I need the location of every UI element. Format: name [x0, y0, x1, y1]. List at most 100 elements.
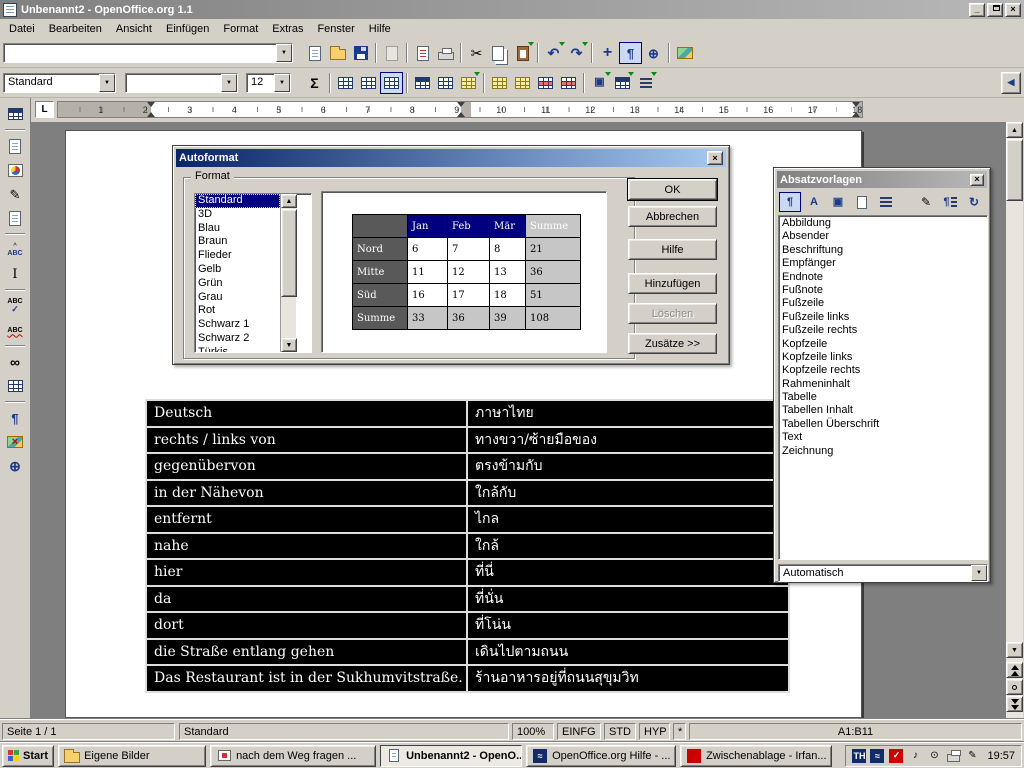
undo-button[interactable]: ↶	[542, 42, 565, 64]
format-list-item[interactable]: Türkis	[195, 346, 280, 352]
table-cell-thai[interactable]: ที่นั่น	[468, 587, 790, 614]
next-page-button[interactable]	[1006, 696, 1023, 712]
restore-button[interactable]	[987, 3, 1003, 17]
style-list-item[interactable]: Text	[779, 431, 987, 444]
url-value[interactable]	[4, 44, 276, 62]
size-dropdown-icon[interactable]: ▼	[274, 74, 290, 92]
format-list-item[interactable]: Braun	[195, 235, 280, 249]
paragraph-style-value[interactable]: Standard	[4, 74, 99, 92]
autospellcheck-button[interactable]: ABC	[2, 318, 28, 342]
table-cell-german[interactable]: entfernt	[147, 507, 468, 534]
list-scroll-up-icon[interactable]: ▲	[281, 194, 297, 208]
navigation-button[interactable]	[1006, 679, 1023, 695]
tablet-tray-icon[interactable]: ✎	[964, 748, 980, 764]
spellcheck-button[interactable]: ABC✓	[2, 294, 28, 318]
insert-row-button[interactable]	[488, 72, 511, 94]
horizontal-ruler[interactable]: 123456789101112131415161718	[57, 101, 863, 118]
style-list-item[interactable]: Absender	[779, 230, 987, 243]
url-combobox[interactable]: ▼	[3, 43, 293, 63]
insert-object-button[interactable]	[2, 158, 28, 182]
graphics-onoff-button[interactable]: ×	[2, 430, 28, 454]
table-cell-thai[interactable]: ไกล	[468, 507, 790, 534]
style-list-item[interactable]: Tabellen Inhalt	[779, 404, 987, 417]
navigator-button[interactable]: +	[596, 42, 619, 64]
dialog-close-button[interactable]: ×	[707, 151, 723, 165]
table-properties-button[interactable]	[611, 72, 634, 94]
autoformat-button[interactable]: ▣	[588, 72, 611, 94]
scroll-up-button[interactable]: ▲	[1006, 122, 1023, 138]
table-cell-german[interactable]: gegenübervon	[147, 454, 468, 481]
status-zoom[interactable]: 100%	[512, 723, 554, 740]
online-layout-button[interactable]: ⊕	[2, 454, 28, 478]
open-button[interactable]	[326, 42, 349, 64]
table-cell-thai[interactable]: ใกล้กับ	[468, 481, 790, 508]
taskbar-task[interactable]: Eigene Bilder	[58, 745, 206, 767]
hyperlink-button[interactable]: ⊕	[642, 42, 665, 64]
column-marker[interactable]	[457, 102, 465, 107]
data-sources-button[interactable]	[2, 374, 28, 398]
tab-stop-selector[interactable]: L	[35, 101, 54, 118]
frame-styles-button[interactable]: ▣	[827, 192, 849, 212]
format-list-item[interactable]: Grau	[195, 291, 280, 305]
print-button[interactable]	[434, 42, 457, 64]
table-cell-german[interactable]: da	[147, 587, 468, 614]
merge-cells-button[interactable]	[334, 72, 357, 94]
sort-button[interactable]	[634, 72, 657, 94]
margin-marker[interactable]	[852, 102, 860, 107]
delete-button[interactable]: Löschen	[628, 303, 717, 324]
autotext-button[interactable]: ^ABC	[2, 238, 28, 262]
new-style-button[interactable]: ¶	[939, 192, 961, 212]
vertical-scrollbar[interactable]: ▲ ▼	[1006, 122, 1023, 718]
format-list-item[interactable]: Grün	[195, 277, 280, 291]
window-titlebar[interactable]: Unbenannt2 - OpenOffice.org 1.1 _ ×	[0, 0, 1024, 19]
table-cell-thai[interactable]: เดินไปตามถนน	[468, 640, 790, 667]
url-dropdown-icon[interactable]: ▼	[276, 44, 292, 62]
style-list-item[interactable]: Fußzeile	[779, 297, 987, 310]
column-marker[interactable]	[457, 112, 465, 117]
table-cell-thai[interactable]: ภาษาไทย	[468, 401, 790, 428]
format-list-item[interactable]: Schwarz 1	[195, 318, 280, 332]
format-list-item[interactable]: 3D	[195, 208, 280, 222]
add-button[interactable]: Hinzufügen	[628, 273, 717, 294]
menu-item[interactable]: Datei	[2, 20, 42, 38]
style-list-item[interactable]: Kopfzeile rechts	[779, 364, 987, 377]
update-style-button[interactable]: ↻	[963, 192, 985, 212]
style-list-item[interactable]: Rahmeninhalt	[779, 378, 987, 391]
menu-item[interactable]: Fenster	[310, 20, 361, 38]
menu-item[interactable]: Format	[216, 20, 265, 38]
style-filter-combobox[interactable]: Automatisch ▼	[778, 564, 988, 582]
help-button[interactable]: Hilfe	[628, 239, 717, 260]
scrollbar-thumb[interactable]	[1006, 139, 1023, 201]
format-list-item[interactable]: Flieder	[195, 249, 280, 263]
ok-button[interactable]: OK	[628, 179, 717, 200]
taskbar-task[interactable]: ≈ OpenOffice.org Hilfe - ...	[526, 745, 676, 767]
menu-item[interactable]: Bearbeiten	[42, 20, 109, 38]
minimize-button[interactable]: _	[969, 3, 985, 17]
draw-functions-button[interactable]: ✎	[2, 182, 28, 206]
borders-button[interactable]	[411, 72, 434, 94]
format-list-item[interactable]: Rot	[195, 304, 280, 318]
paragraph-style-combobox[interactable]: Standard ▼	[3, 73, 116, 93]
style-list-item[interactable]: Endnote	[779, 271, 987, 284]
style-list-item[interactable]: Fußnote	[779, 284, 987, 297]
style-list-item[interactable]: Empfänger	[779, 257, 987, 270]
table-cell-german[interactable]: Das Restaurant ist in der Sukhumvitstraß…	[147, 666, 468, 693]
table-cell-german[interactable]: die Straße entlang gehen	[147, 640, 468, 667]
font-name-value[interactable]	[126, 74, 221, 92]
table-cell-thai[interactable]: ใกล้	[468, 534, 790, 561]
toolbar-collapse-button[interactable]: ◀	[1001, 72, 1021, 94]
split-cells-button[interactable]	[357, 72, 380, 94]
status-selection-mode[interactable]: STD	[604, 723, 636, 740]
list-styles-button[interactable]	[875, 192, 897, 212]
save-button[interactable]	[349, 42, 372, 64]
delete-column-button[interactable]	[557, 72, 580, 94]
paste-button[interactable]	[511, 42, 534, 64]
copy-button[interactable]	[488, 42, 511, 64]
start-button[interactable]: Start	[2, 745, 54, 767]
taskbar-task[interactable]: Unbenannt2 - OpenO...	[380, 745, 522, 767]
table-cell-thai[interactable]: ที่โน่น	[468, 613, 790, 640]
page-styles-button[interactable]	[851, 192, 873, 212]
antivirus-tray-icon[interactable]: ✓	[888, 748, 904, 764]
new-document-button[interactable]	[303, 42, 326, 64]
styles-list[interactable]: AbbildungAbsenderBeschriftungEmpfängerEn…	[778, 215, 988, 560]
